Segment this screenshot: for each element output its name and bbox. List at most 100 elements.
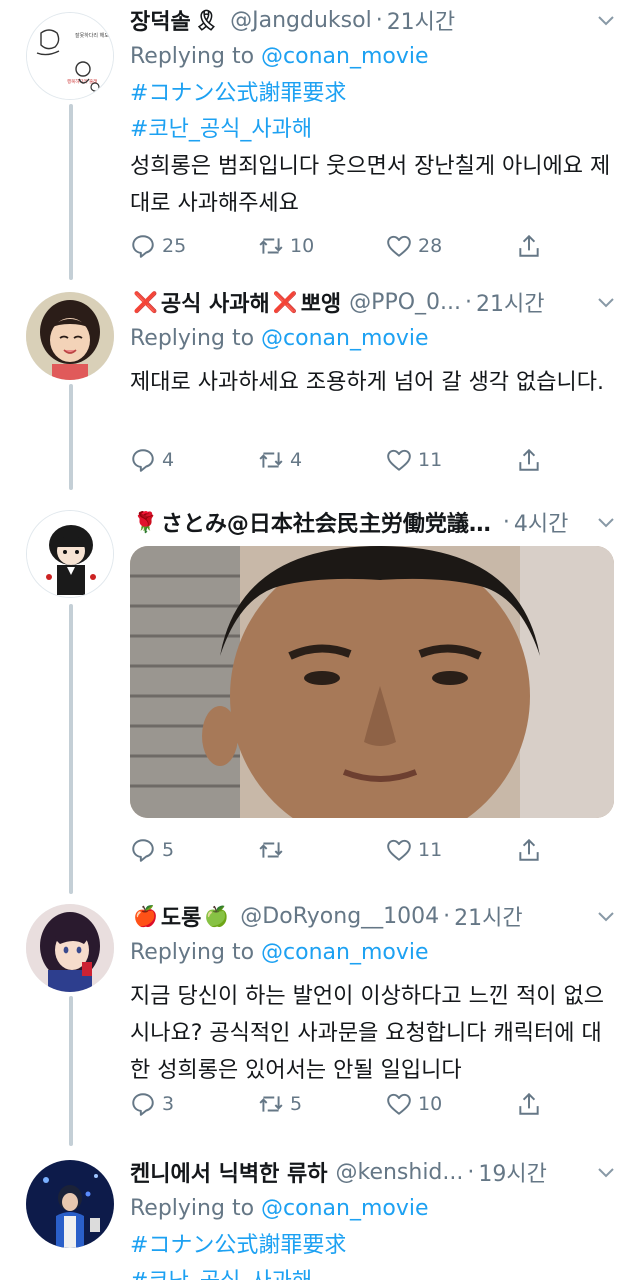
retweet-button[interactable]: 5: [258, 1084, 386, 1124]
timestamp[interactable]: 21시간: [387, 4, 455, 36]
tweet[interactable]: ❌ 공식 사과해 ❌ 뽀앵 @PPO_0... · 21시간 Replying to …: [0, 282, 640, 492]
retweet-icon: [259, 238, 283, 254]
retweet-icon: [259, 452, 283, 468]
user-handle[interactable]: @kenshid...: [335, 1160, 463, 1185]
like-button[interactable]: 28: [386, 226, 514, 266]
reply-icon: [132, 449, 154, 472]
timestamp[interactable]: 21시간: [454, 900, 522, 932]
like-count: 10: [418, 1093, 443, 1115]
chevron-down-icon[interactable]: [596, 10, 616, 34]
mention-link[interactable]: @conan_movie: [261, 44, 428, 69]
tweet[interactable]: 🍎 도롱 🍏 @DoRyong__1004 · 21시간 Replying to @…: [0, 896, 640, 1144]
separator: ·: [375, 7, 383, 33]
like-button[interactable]: 10: [386, 1084, 514, 1124]
hashtag-link[interactable]: #コナン公式謝罪要求: [130, 76, 616, 112]
heart-icon: [387, 1093, 411, 1115]
reply-count: 25: [162, 235, 187, 257]
hashtag-link[interactable]: #코난_공식_사과해: [130, 1264, 616, 1280]
retweet-count: 5: [290, 1093, 303, 1115]
retweet-icon: [259, 842, 283, 858]
avatar[interactable]: [26, 904, 114, 992]
share-button[interactable]: [514, 440, 574, 480]
hashtag-link[interactable]: #コナン公式謝罪要求: [130, 1228, 616, 1264]
tweet-text: 제대로 사과하세요 조용하게 넘어 갈 생각 없습니다.: [130, 370, 604, 395]
reply-count: 5: [162, 839, 175, 861]
timestamp[interactable]: 19시간: [478, 1156, 546, 1188]
timestamp[interactable]: 4시간: [514, 506, 568, 538]
share-button[interactable]: [514, 1084, 574, 1124]
tweet[interactable]: 잘못하다리 해도 행복하다려 줄래 장덕솔 🎗 @Jangduksol · 21시…: [0, 0, 640, 280]
rose-emoji: 🌹: [133, 510, 158, 534]
heart-icon: [387, 839, 411, 861]
tweet-text: 지금 당신이 하는 발언이 이상하다고 느낀 적이 없으시나요? 공식적인 사과…: [130, 984, 604, 1083]
reply-button[interactable]: 25: [130, 226, 258, 266]
avatar[interactable]: [26, 292, 114, 380]
reply-button[interactable]: 5: [130, 830, 258, 870]
green-apple-emoji: 🍏: [204, 904, 230, 928]
mention-link[interactable]: @conan_movie: [261, 326, 428, 351]
like-count: 11: [418, 839, 443, 861]
red-apple-emoji: 🍎: [133, 904, 158, 928]
avatar[interactable]: [26, 1160, 114, 1248]
like-count: 28: [418, 235, 443, 257]
user-handle[interactable]: @PPO_0...: [349, 290, 461, 315]
reply-count: 4: [162, 449, 175, 471]
share-icon: [519, 838, 539, 861]
reply-icon: [132, 839, 154, 862]
replying-to: Replying to @conan_movie: [130, 1196, 429, 1221]
mention-link[interactable]: @conan_movie: [261, 1196, 428, 1221]
replying-to: Replying to @conan_movie: [130, 326, 429, 351]
chevron-down-icon[interactable]: [596, 292, 616, 316]
like-button[interactable]: 11: [386, 830, 514, 870]
timestamp[interactable]: 21시간: [476, 286, 544, 318]
share-icon: [519, 1092, 539, 1115]
reply-icon: [132, 235, 154, 258]
avatar-text: 잘못하다리 해도: [75, 32, 109, 39]
tweet[interactable]: 켄니에서 닉벽한 류하 @kenshid... · 19시간 Replying …: [0, 1152, 640, 1280]
display-name[interactable]: ❌ 공식 사과해 ❌ 뽀앵: [130, 286, 341, 318]
separator: ·: [465, 289, 472, 315]
ribbon-emoji: 🎗: [193, 8, 220, 32]
cross-mark-emoji: ❌: [133, 290, 158, 314]
reply-count: 3: [162, 1093, 175, 1115]
chevron-down-icon[interactable]: [596, 906, 616, 930]
like-count: 11: [418, 449, 443, 471]
display-name[interactable]: 🌹 さとみ@日本社会民主労働党議…: [130, 506, 491, 538]
avatar[interactable]: 잘못하다리 해도 행복하다려 줄래: [26, 12, 114, 100]
replying-to: Replying to @conan_movie: [130, 44, 429, 69]
mention-link[interactable]: @conan_movie: [261, 940, 428, 965]
separator: ·: [502, 509, 510, 535]
share-button[interactable]: [514, 830, 574, 870]
cross-mark-emoji: ❌: [272, 290, 298, 314]
separator: ·: [467, 1159, 475, 1185]
heart-icon: [387, 235, 411, 257]
tweet-text: 성희롱은 범죄입니다 웃으면서 장난칠게 아니에요 제대로 사과해주세요: [130, 154, 611, 216]
retweet-count: 4: [290, 449, 303, 471]
retweet-button[interactable]: 10: [258, 226, 386, 266]
display-name[interactable]: 🍎 도롱 🍏: [130, 900, 232, 932]
heart-icon: [387, 449, 411, 471]
display-name[interactable]: 장덕솔 🎗: [130, 4, 222, 36]
share-icon: [519, 234, 539, 257]
retweet-button[interactable]: [258, 830, 386, 870]
reply-icon: [132, 1093, 154, 1116]
reply-button[interactable]: 3: [130, 1084, 258, 1124]
share-icon: [519, 448, 539, 471]
display-name[interactable]: 켄니에서 닉벽한 류하: [130, 1156, 327, 1188]
share-button[interactable]: [514, 226, 574, 266]
retweet-count: 10: [290, 235, 315, 257]
avatar[interactable]: [26, 510, 114, 598]
reply-button[interactable]: 4: [130, 440, 258, 480]
hashtag-link[interactable]: #코난_공식_사과해: [130, 112, 616, 148]
user-handle[interactable]: @Jangduksol: [230, 8, 372, 33]
like-button[interactable]: 11: [386, 440, 514, 480]
retweet-button[interactable]: 4: [258, 440, 386, 480]
separator: ·: [443, 903, 451, 929]
tweet-photo[interactable]: [130, 546, 614, 818]
chevron-down-icon[interactable]: [596, 1162, 616, 1186]
user-handle[interactable]: @DoRyong__1004: [240, 904, 439, 929]
retweet-icon: [259, 1096, 283, 1112]
tweet[interactable]: 🌹 さとみ@日本社会民主労働党議… · 4시간 5 11: [0, 502, 640, 882]
chevron-down-icon[interactable]: [596, 512, 616, 536]
replying-to: Replying to @conan_movie: [130, 940, 429, 965]
